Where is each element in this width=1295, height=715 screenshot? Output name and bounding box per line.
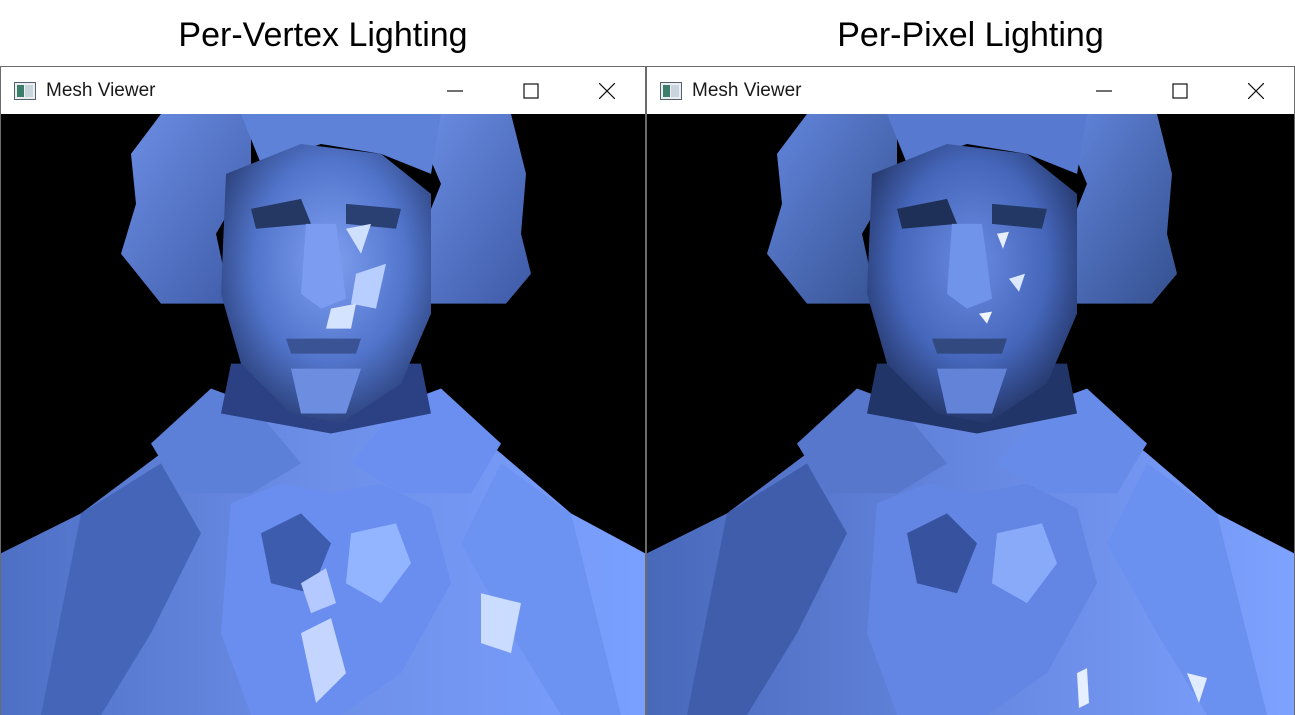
bust-render [1, 114, 645, 715]
close-icon [599, 82, 615, 99]
window-titlebar[interactable]: Mesh Viewer [647, 67, 1294, 114]
render-viewport[interactable] [647, 114, 1294, 715]
window-title: Mesh Viewer [692, 79, 802, 101]
minimize-icon [1096, 89, 1112, 92]
mesh-viewer-window[interactable]: Mesh Viewer [0, 66, 646, 715]
maximize-button[interactable] [1142, 67, 1218, 114]
panel-caption: Per-Vertex Lighting [178, 16, 468, 54]
close-button[interactable] [1218, 67, 1294, 114]
panel-per-pixel: Per-Pixel Lighting Mesh Viewer [646, 0, 1295, 715]
maximize-button[interactable] [493, 67, 569, 114]
window-app-icon [659, 81, 683, 101]
window-titlebar[interactable]: Mesh Viewer [1, 67, 645, 114]
minimize-icon [447, 89, 463, 92]
maximize-icon [523, 82, 539, 99]
mesh-viewer-window[interactable]: Mesh Viewer [646, 66, 1295, 715]
minimize-button[interactable] [1066, 67, 1142, 114]
window-app-icon [13, 81, 37, 101]
panel-per-vertex: Per-Vertex Lighting Mesh Viewer [0, 0, 646, 715]
close-button[interactable] [569, 67, 645, 114]
close-icon [1248, 82, 1264, 99]
window-title: Mesh Viewer [46, 79, 156, 101]
maximize-icon [1172, 82, 1188, 99]
minimize-button[interactable] [417, 67, 493, 114]
panel-caption: Per-Pixel Lighting [837, 16, 1104, 54]
bust-render [647, 114, 1294, 715]
render-viewport[interactable] [1, 114, 645, 715]
